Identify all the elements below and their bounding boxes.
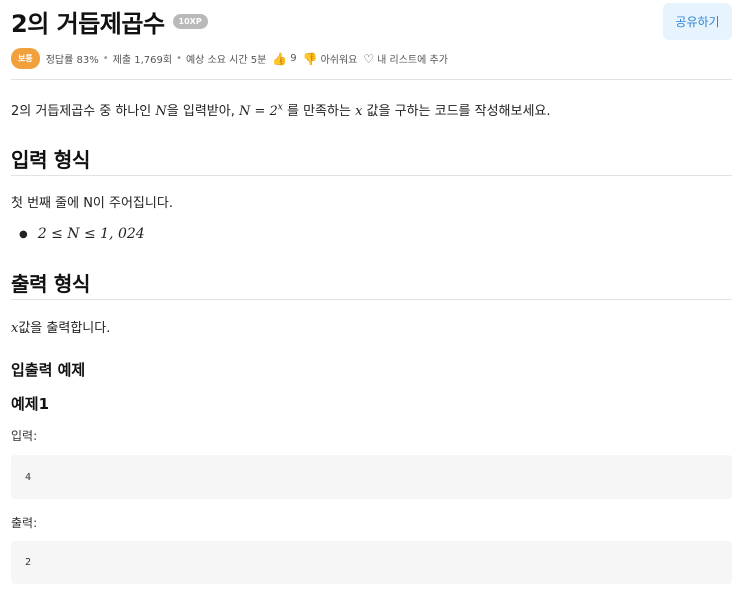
example-title: 예제1 <box>11 395 50 413</box>
desc-text: 2의 거듭제곱수 중 하나인 <box>11 104 156 119</box>
example-output-box: 2 <box>11 541 732 584</box>
thumbs-up-icon[interactable]: 👍 <box>272 52 287 66</box>
output-format-text: x값을 출력합니다. <box>11 317 110 336</box>
desc-text: 을 입력받아, <box>166 104 239 119</box>
problem-description: 2의 거듭제곱수 중 하나인 N을 입력받아, N = 2x 를 만족하는 x … <box>11 100 551 119</box>
output-format-heading: 출력 형식 <box>11 272 91 296</box>
output-text: 값을 출력합니다. <box>18 321 111 336</box>
add-to-list-label[interactable]: 내 리스트에 추가 <box>377 51 448 66</box>
separator-dot: • <box>176 53 182 64</box>
desc-var: N <box>155 104 167 119</box>
share-button[interactable]: 공유하기 <box>663 3 732 40</box>
estimated-time-text: 예상 소요 시간 5분 <box>185 55 267 66</box>
divider <box>11 79 732 80</box>
examples-heading: 입출력 예제 <box>11 361 86 379</box>
difficulty-badge: 보통 <box>11 48 40 69</box>
divider <box>11 299 732 300</box>
desc-equation: N = 2 <box>238 104 278 119</box>
constraint-text: 2 ≤ N ≤ 1, 024 <box>37 226 145 242</box>
accuracy-text: 정답률 83% <box>45 55 99 66</box>
desc-text: 값을 구하는 코드를 작성해보세요. <box>362 104 551 119</box>
desc-text: 를 만족하는 <box>282 104 356 119</box>
input-format-text: 첫 번째 줄에 N이 주어집니다. <box>11 196 173 211</box>
thumbs-down-icon[interactable]: 👎 <box>303 52 318 66</box>
heart-icon[interactable]: ♡ <box>363 52 374 66</box>
example-output-label: 출력: <box>11 516 38 530</box>
xp-badge: 10XP <box>172 14 208 29</box>
problem-title: 2의 거듭제곱수 <box>11 10 165 38</box>
dislike-label[interactable]: 아쉬워요 <box>321 51 358 66</box>
example-input-box: 4 <box>11 455 732 499</box>
title-row: 2의 거듭제곱수 10XP <box>11 4 208 39</box>
divider <box>11 175 732 176</box>
separator-dot: • <box>102 53 109 64</box>
like-count: 9 <box>290 53 297 64</box>
problem-meta: 보통 정답률 83% • 제출 1,769회 • 예상 소요 시간 5분 👍 9… <box>11 48 448 69</box>
example-input-label: 입력: <box>11 429 38 443</box>
submissions-text: 제출 1,769회 <box>112 55 173 66</box>
constraint-item: ● 2 ≤ N ≤ 1, 024 <box>19 226 145 242</box>
bullet-dot: ● <box>19 228 28 240</box>
input-format-heading: 입력 형식 <box>11 148 91 172</box>
